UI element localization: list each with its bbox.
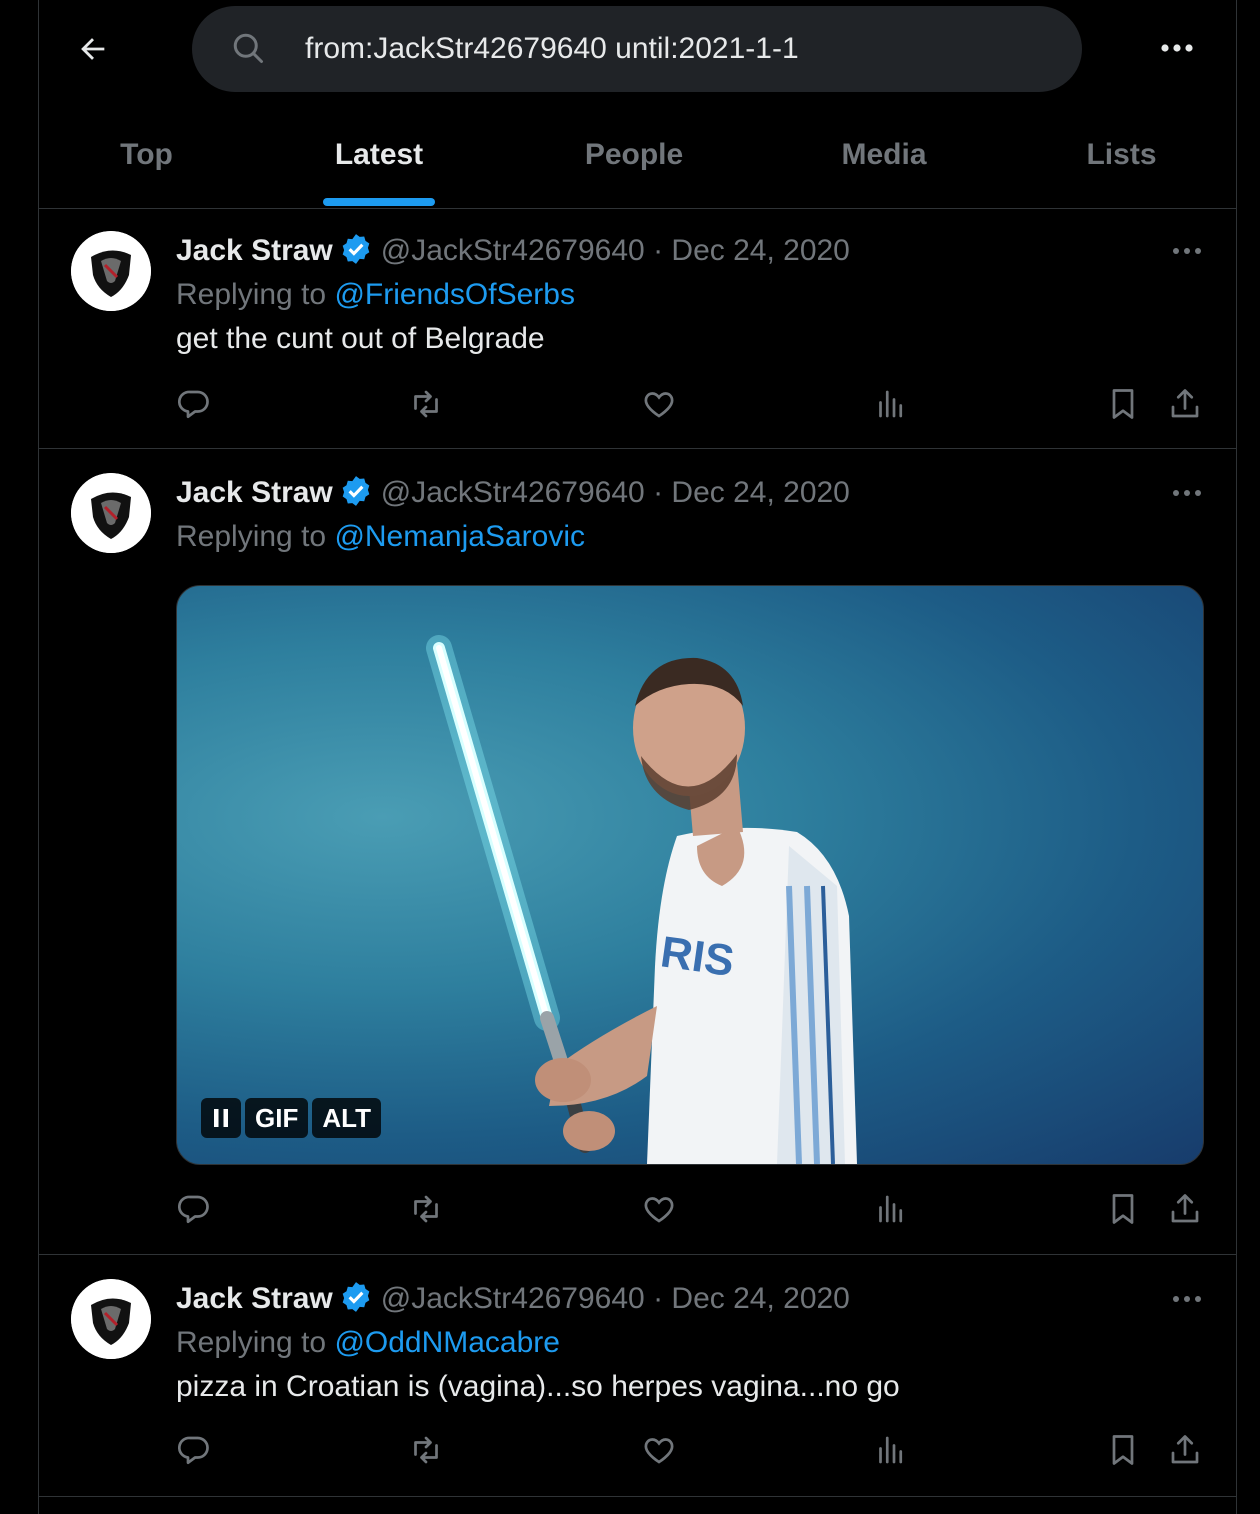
handle[interactable]: @JackStr42679640 — [381, 476, 645, 509]
retweet-icon[interactable] — [404, 1428, 448, 1472]
views-icon[interactable] — [869, 1187, 913, 1231]
avatar[interactable] — [71, 231, 151, 311]
tweet-actions — [39, 382, 1236, 426]
timeline-column: from:JackStr42679640 until:2021-1-1 Top … — [38, 0, 1237, 1514]
avatar[interactable] — [71, 473, 151, 553]
alt-badge[interactable]: ALT — [312, 1098, 381, 1138]
back-arrow-icon[interactable] — [73, 29, 113, 69]
replying-to: Replying to @NemanjaSarovic — [176, 517, 585, 557]
tweet-more-icon[interactable] — [1167, 1284, 1207, 1314]
tab-people[interactable]: People — [559, 110, 709, 208]
bookmark-icon[interactable] — [1101, 1428, 1145, 1472]
views-icon[interactable] — [869, 382, 913, 426]
tweet-more-icon[interactable] — [1167, 478, 1207, 508]
tweet[interactable]: Jack Straw @JackStr42679640 · Dec 24, 202… — [39, 449, 1236, 1255]
handle[interactable]: @JackStr42679640 — [381, 234, 645, 267]
more-options-icon[interactable] — [1157, 30, 1197, 66]
tab-top[interactable]: Top — [79, 110, 214, 208]
tweet-text: get the cunt out of Belgrade — [176, 322, 545, 355]
avatar[interactable] — [71, 1279, 151, 1359]
timestamp[interactable]: Dec 24, 2020 — [671, 234, 849, 267]
timestamp[interactable]: Dec 24, 2020 — [671, 476, 849, 509]
bookmark-icon[interactable] — [1101, 382, 1145, 426]
like-icon[interactable] — [637, 1428, 681, 1472]
retweet-icon[interactable] — [404, 382, 448, 426]
search-icon — [233, 33, 263, 63]
reply-icon[interactable] — [172, 382, 216, 426]
active-tab-indicator — [323, 198, 435, 206]
replying-to: Replying to @OddNMacabre — [176, 1323, 560, 1363]
display-name[interactable]: Jack Straw — [176, 234, 333, 267]
display-name[interactable]: Jack Straw — [176, 476, 333, 509]
tweet-header: Jack Straw @JackStr42679640 · Dec 24, 202… — [176, 1279, 850, 1319]
gif-media[interactable]: RIS GIF ALT — [176, 585, 1204, 1165]
replying-to-link[interactable]: @NemanjaSarovic — [334, 520, 585, 553]
tweet-actions — [39, 1428, 1236, 1472]
replying-to-label: Replying to — [176, 278, 327, 311]
tweet-text: pizza in Croatian is (vagina)...so herpe… — [176, 1370, 900, 1403]
share-icon[interactable] — [1163, 1187, 1207, 1231]
gif-frame-illustration: RIS — [426, 635, 857, 1164]
tab-lists[interactable]: Lists — [1059, 110, 1184, 208]
verified-badge-icon — [342, 234, 370, 264]
pause-icon[interactable] — [201, 1098, 241, 1138]
tweet-header: Jack Straw @JackStr42679640 · Dec 24, 202… — [176, 231, 850, 271]
replying-to-link[interactable]: @FriendsOfSerbs — [334, 278, 575, 311]
tweet-actions — [39, 1187, 1236, 1231]
like-icon[interactable] — [637, 1187, 681, 1231]
gif-badge[interactable]: GIF — [245, 1098, 309, 1138]
verified-badge-icon — [342, 476, 370, 506]
avatar-shield-icon — [71, 1279, 151, 1359]
replying-to-link[interactable]: @OddNMacabre — [334, 1326, 560, 1359]
share-icon[interactable] — [1163, 1428, 1207, 1472]
search-tabs: Top Latest People Media Lists — [39, 110, 1236, 209]
avatar-shield-icon — [71, 231, 151, 311]
timestamp[interactable]: Dec 24, 2020 — [671, 1282, 849, 1315]
separator-dot: · — [644, 1282, 672, 1315]
search-box[interactable]: from:JackStr42679640 until:2021-1-1 — [192, 6, 1082, 92]
tweet-header: Jack Straw @JackStr42679640 · Dec 24, 202… — [176, 473, 850, 513]
like-icon[interactable] — [637, 382, 681, 426]
verified-badge-icon — [342, 1282, 370, 1312]
views-icon[interactable] — [869, 1428, 913, 1472]
separator-dot: · — [644, 476, 672, 509]
jersey-text: RIS — [658, 927, 737, 986]
media-badges: GIF ALT — [201, 1098, 381, 1138]
tab-media[interactable]: Media — [814, 110, 954, 208]
tweet[interactable]: Jack Straw @JackStr42679640 · Dec 24, 202… — [39, 1255, 1236, 1497]
replying-to: Replying to @FriendsOfSerbs — [176, 275, 575, 315]
separator-dot: · — [644, 234, 672, 267]
retweet-icon[interactable] — [404, 1187, 448, 1231]
replying-to-label: Replying to — [176, 1326, 327, 1359]
reply-icon[interactable] — [172, 1187, 216, 1231]
search-input[interactable]: from:JackStr42679640 until:2021-1-1 — [305, 6, 799, 92]
avatar-shield-icon — [71, 473, 151, 553]
bookmark-icon[interactable] — [1101, 1187, 1145, 1231]
replying-to-label: Replying to — [176, 520, 327, 553]
handle[interactable]: @JackStr42679640 — [381, 1282, 645, 1315]
tweet[interactable]: Jack Straw @JackStr42679640 · Dec 24, 202… — [39, 209, 1236, 449]
tab-latest[interactable]: Latest — [309, 110, 449, 208]
top-bar: from:JackStr42679640 until:2021-1-1 — [39, 0, 1236, 96]
display-name[interactable]: Jack Straw — [176, 1282, 333, 1315]
reply-icon[interactable] — [172, 1428, 216, 1472]
tweet-more-icon[interactable] — [1167, 236, 1207, 266]
share-icon[interactable] — [1163, 382, 1207, 426]
